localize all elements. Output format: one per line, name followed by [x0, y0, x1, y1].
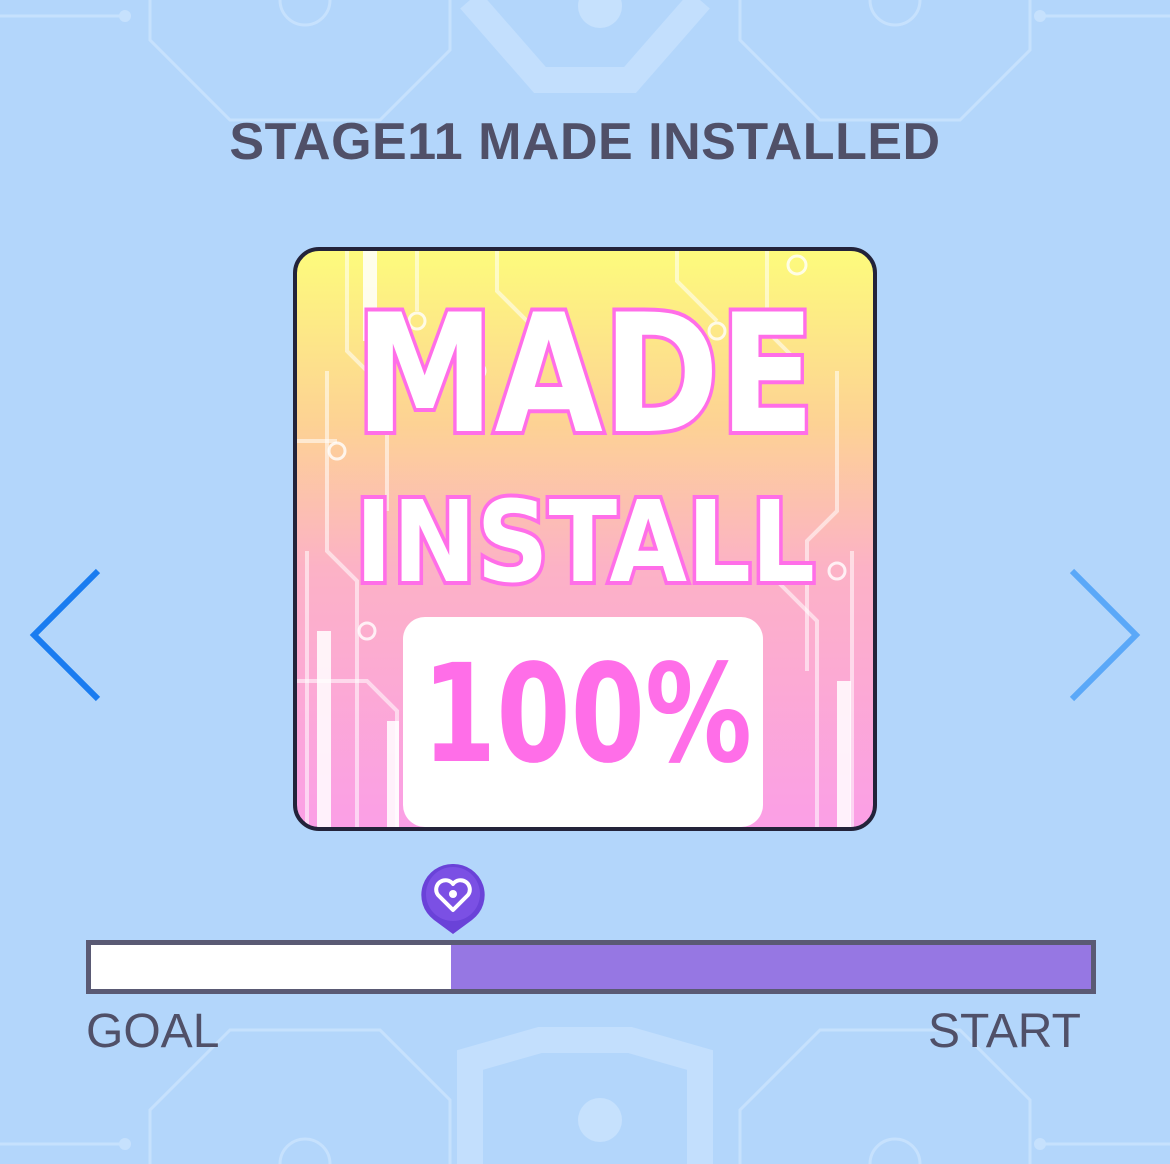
progress-remaining-fill: [91, 945, 451, 989]
next-stage-button[interactable]: [1066, 565, 1146, 705]
stage-artwork: MADE INSTALL 100%: [297, 251, 854, 827]
chevron-right-icon: [1069, 568, 1141, 702]
stage-title: STAGE11 MADE INSTALLED: [229, 113, 941, 171]
stage-card[interactable]: MADE INSTALL 100%: [293, 247, 877, 831]
goal-label: GOAL: [86, 1005, 220, 1058]
stage-progress-bar: [86, 940, 1096, 994]
heart-pin-icon: [421, 863, 485, 934]
previous-stage-button[interactable]: [24, 565, 104, 705]
start-label: START: [928, 1005, 1081, 1058]
card-title-line2: INSTALL: [355, 478, 815, 608]
card-title-line1: MADE: [355, 279, 815, 470]
card-percent: 100%: [422, 636, 752, 794]
chevron-left-icon: [29, 568, 101, 702]
